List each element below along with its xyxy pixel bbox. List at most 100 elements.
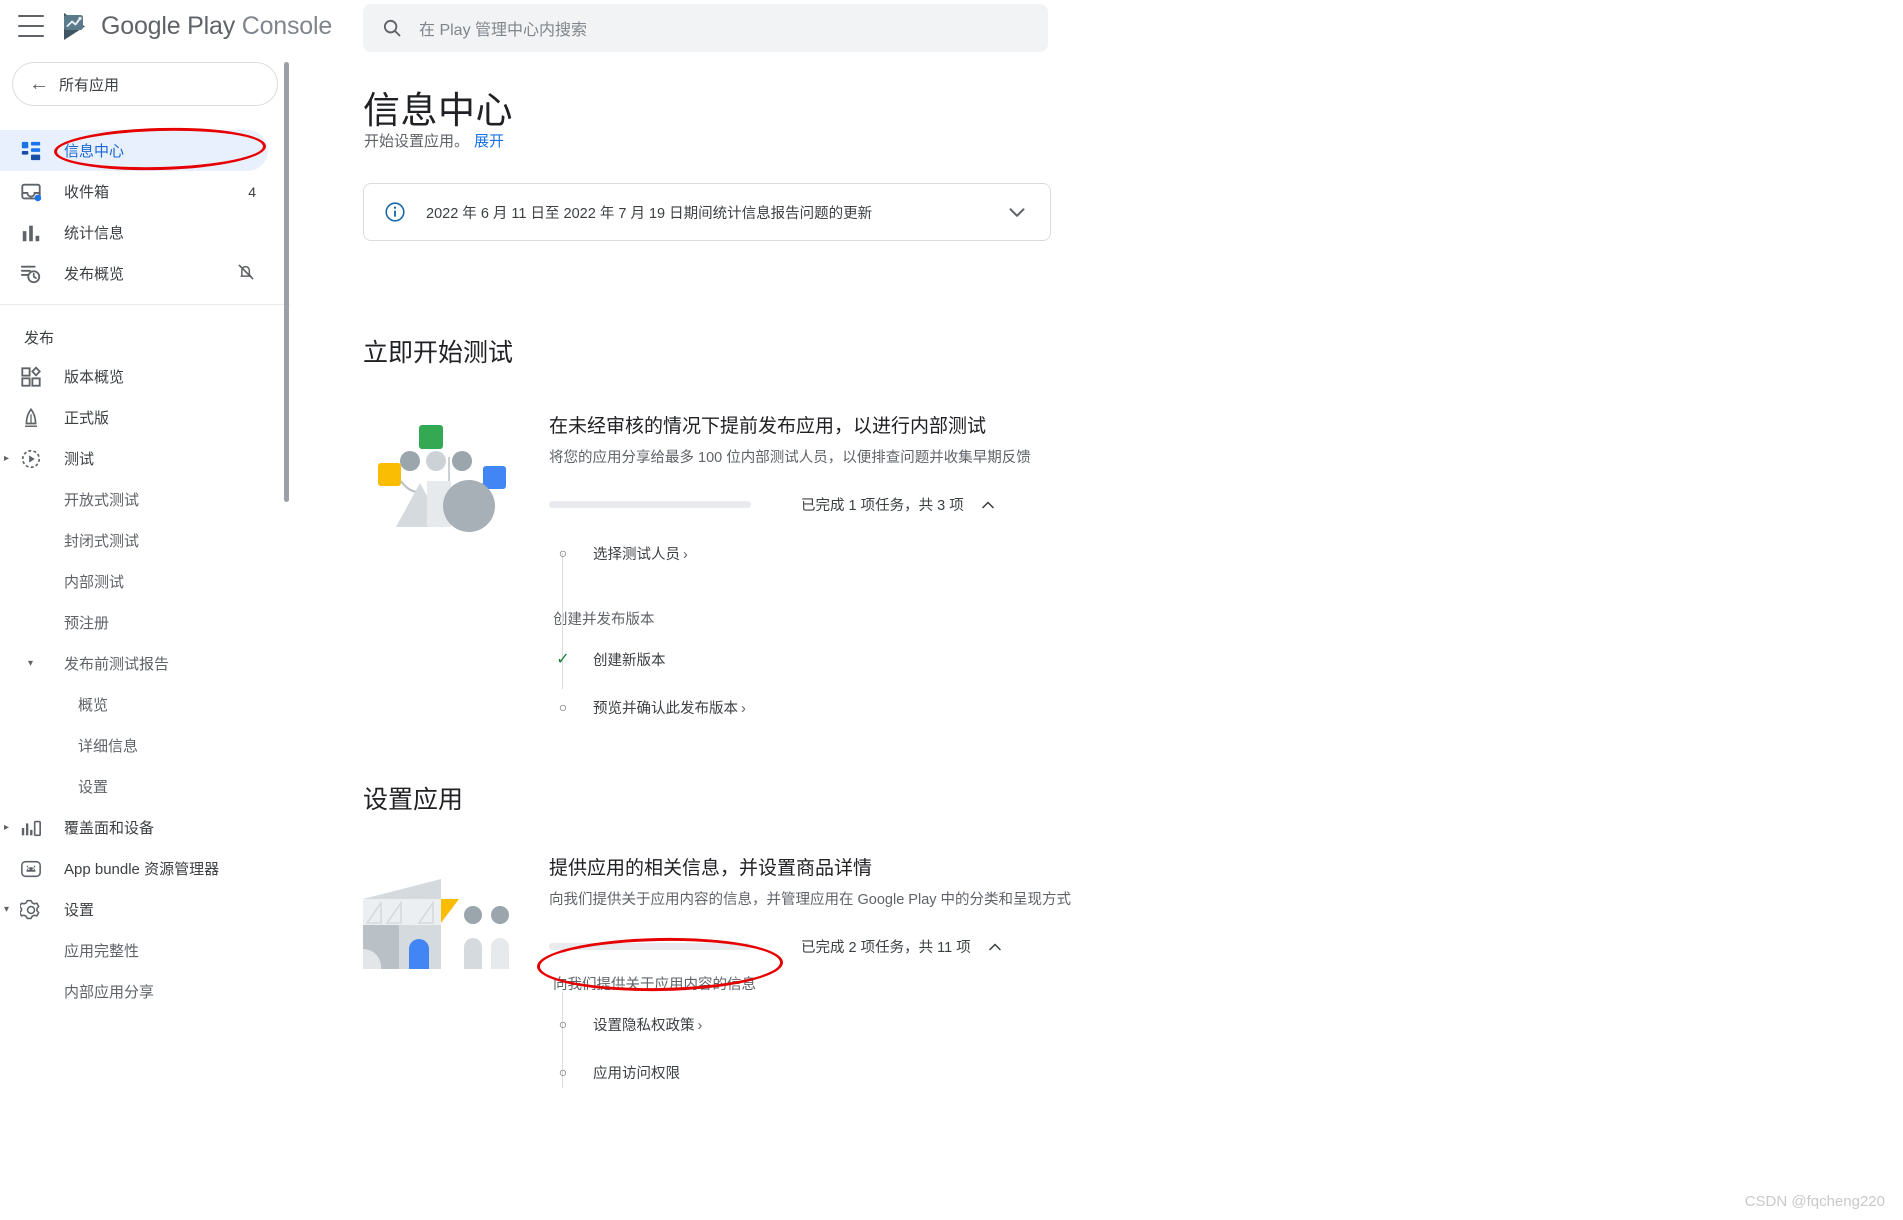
- sidebar-item-testing[interactable]: ▸ 测试: [0, 438, 290, 479]
- sidebar-item-label: 测试: [64, 451, 95, 468]
- task-group-label: 向我们提供关于应用内容的信息: [553, 976, 756, 993]
- brand-console: Console: [241, 12, 333, 40]
- sidebar-item-releases-overview[interactable]: 版本概览: [0, 356, 290, 397]
- card-description: 将您的应用分享给最多 100 位内部测试人员，以便排查问题并收集早期反馈: [549, 450, 1031, 466]
- chevron-up-icon[interactable]: [978, 495, 998, 515]
- sidebar-item-closed-testing[interactable]: 封闭式测试: [0, 520, 290, 561]
- sidebar-item-internal-testing[interactable]: 内部测试: [0, 561, 290, 602]
- sidebar-item-open-testing[interactable]: 开放式测试: [0, 479, 290, 520]
- sidebar-item-label: 内部测试: [64, 574, 125, 591]
- sidebar-item-label: 信息中心: [64, 143, 125, 160]
- task-label[interactable]: 创建新版本: [593, 649, 666, 670]
- all-apps-label: 所有应用: [59, 76, 120, 94]
- sidebar-item-label: 发布概览: [64, 266, 125, 283]
- search-placeholder: 在 Play 管理中心内搜索: [419, 22, 588, 39]
- release-timeline-icon: [18, 261, 44, 287]
- task-item-review-release[interactable]: ○ 预览并确认此发布版本 ›: [553, 683, 746, 731]
- progress-label: 已完成 1 项任务，共 3 项: [801, 498, 964, 514]
- step-circle-icon: ○: [558, 1064, 568, 1080]
- chevron-right-icon: ›: [683, 546, 688, 563]
- task-group-label: 创建并发布版本: [553, 611, 655, 628]
- notice-banner: 2022 年 6 月 11 日至 2022 年 7 月 19 日期间统计信息报告…: [363, 183, 1051, 241]
- google-play-console-window: Google Play Console 在 Play 管理中心内搜索 ← 所有应…: [0, 0, 1903, 1220]
- search-icon: [381, 17, 403, 39]
- card-title: 在未经审核的情况下提前发布应用，以进行内部测试: [549, 416, 987, 437]
- chevron-up-icon[interactable]: [985, 937, 1005, 957]
- sidebar-item-label: 覆盖面和设备: [64, 820, 155, 837]
- sidebar-item-reach-and-devices[interactable]: ▸ 覆盖面和设备: [0, 807, 290, 848]
- watermark: CSDN @fqcheng220: [1744, 1193, 1885, 1210]
- task-item-privacy-policy[interactable]: ○ 设置隐私权政策 ›: [553, 1000, 756, 1048]
- chevron-down-icon[interactable]: [1004, 199, 1030, 225]
- page-subtitle-text: 开始设置应用。: [364, 133, 470, 150]
- info-icon: [384, 201, 406, 223]
- chevron-down-icon[interactable]: ▾: [4, 904, 18, 915]
- sidebar-item-label: 统计信息: [64, 225, 125, 242]
- notifications-off-icon[interactable]: [236, 262, 256, 285]
- sidebar-item-label: 收件箱: [64, 184, 110, 201]
- sidebar-item-statistics[interactable]: 统计信息: [0, 212, 290, 253]
- step-circle-icon: ○: [558, 1016, 568, 1032]
- brand-title: Google Play Console: [101, 12, 332, 41]
- reach-devices-icon: [18, 815, 44, 841]
- back-arrow-icon: ←: [29, 72, 49, 95]
- sidebar-item-label: 版本概览: [64, 369, 125, 386]
- sidebar-item-production[interactable]: 正式版: [0, 397, 290, 438]
- sidebar-item-label: 概览: [78, 697, 109, 714]
- task-label[interactable]: 设置隐私权政策 ›: [593, 1014, 702, 1035]
- task-label[interactable]: 选择测试人员 ›: [593, 543, 688, 564]
- page-title: 信息中心: [363, 90, 513, 131]
- task-item-choose-testers[interactable]: ○ 选择测试人员 ›: [553, 529, 746, 577]
- android-bundle-icon: [18, 856, 44, 882]
- expand-link[interactable]: 展开: [474, 133, 504, 150]
- sidebar-item-label: 设置: [78, 779, 109, 796]
- card-description: 向我们提供关于应用内容的信息，并管理应用在 Google Play 中的分类和呈…: [549, 892, 1072, 908]
- task-list: ○ 选择测试人员 › 创建并发布版本 ✓ 创建新版本 ○ 预览并确认此发布版本 ›: [553, 529, 746, 731]
- brand-google-play: Google Play: [101, 12, 235, 40]
- play-console-logo-icon: [58, 10, 91, 43]
- inbox-icon: [18, 179, 44, 205]
- sidebar-item-label: 开放式测试: [64, 492, 140, 509]
- chevron-right-icon[interactable]: ▸: [4, 453, 18, 464]
- task-item-create-release[interactable]: ✓ 创建新版本: [553, 635, 746, 683]
- sidebar-item-label: 详细信息: [78, 738, 139, 755]
- sidebar-item-label: 应用完整性: [64, 943, 140, 960]
- sidebar-item-label: 封闭式测试: [64, 533, 140, 550]
- inbox-badge-count: 4: [248, 183, 256, 200]
- sidebar-item-pre-launch-report[interactable]: ▾ 发布前测试报告: [0, 643, 290, 684]
- brand[interactable]: Google Play Console: [58, 10, 332, 43]
- sidebar-item-pre-registration[interactable]: 预注册: [0, 602, 290, 643]
- sidebar-item-label: 设置: [64, 902, 95, 919]
- sidebar-item-plr-overview[interactable]: 概览: [0, 684, 290, 725]
- card-title: 提供应用的相关信息，并设置商品详情: [549, 858, 873, 879]
- sidebar-nav: 信息中心 收件箱 4 统计信息 发布概览 发布 版本概览 正式版 ▸ 测试 开放…: [0, 106, 290, 1012]
- sidebar-item-label: 正式版: [64, 410, 110, 427]
- chevron-right-icon: ›: [741, 700, 746, 717]
- all-apps-button[interactable]: ← 所有应用: [12, 62, 278, 106]
- sidebar-item-release-overview[interactable]: 发布概览: [0, 253, 290, 294]
- chevron-right-icon[interactable]: ▸: [4, 822, 18, 833]
- task-item-app-access[interactable]: ○ 应用访问权限: [553, 1048, 756, 1096]
- task-label[interactable]: 应用访问权限: [593, 1062, 680, 1083]
- page-subtitle: 开始设置应用。 展开: [364, 130, 504, 151]
- sidebar-scrollbar-thumb[interactable]: [284, 62, 289, 502]
- sidebar-item-app-integrity[interactable]: 应用完整性: [0, 930, 290, 971]
- sidebar-item-dashboard[interactable]: 信息中心: [0, 130, 268, 171]
- sidebar-item-app-bundle-explorer[interactable]: App bundle 资源管理器: [0, 848, 290, 889]
- sidebar-item-plr-settings[interactable]: 设置: [0, 766, 290, 807]
- search-input[interactable]: 在 Play 管理中心内搜索: [363, 4, 1048, 52]
- sidebar-item-label: 发布前测试报告: [64, 656, 170, 673]
- sidebar-item-inbox[interactable]: 收件箱 4: [0, 171, 290, 212]
- sidebar-item-internal-app-sharing[interactable]: 内部应用分享: [0, 971, 290, 1012]
- task-label[interactable]: 预览并确认此发布版本 ›: [593, 697, 746, 718]
- task-list: 向我们提供关于应用内容的信息 ○ 设置隐私权政策 › ○ 应用访问权限: [553, 966, 756, 1096]
- chevron-down-icon[interactable]: ▾: [28, 658, 42, 669]
- progress-bar: [549, 501, 751, 508]
- sidebar: ← 所有应用 信息中心 收件箱 4 统计信息 发布概览 发布 版本概览 正式版 …: [0, 56, 290, 1220]
- hamburger-menu-icon[interactable]: [18, 15, 44, 37]
- bar-chart-icon: [18, 220, 44, 246]
- step-circle-icon: ○: [558, 699, 568, 715]
- sidebar-item-plr-details[interactable]: 详细信息: [0, 725, 290, 766]
- progress-row: 已完成 2 项任务，共 11 项: [549, 936, 1005, 957]
- sidebar-item-settings[interactable]: ▾ 设置: [0, 889, 290, 930]
